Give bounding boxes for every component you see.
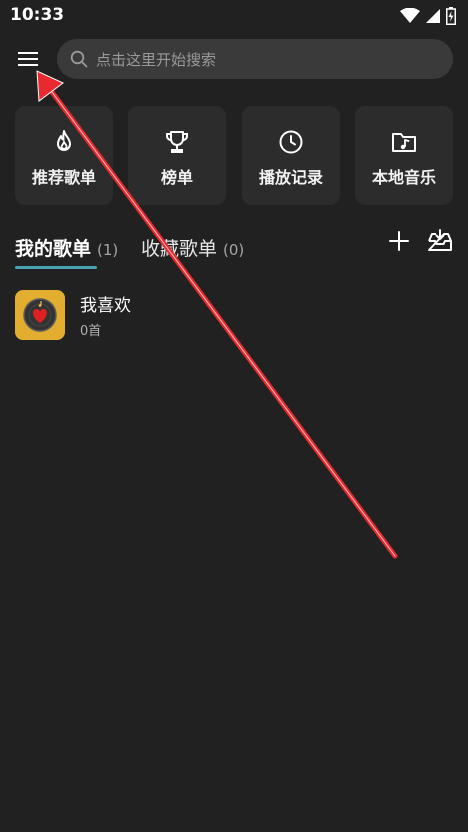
menu-button[interactable] <box>12 46 44 72</box>
quick-local-music[interactable]: 本地音乐 <box>355 106 453 205</box>
quick-label: 推荐歌单 <box>31 168 96 187</box>
quick-recommended-playlists[interactable]: 推荐歌单 <box>15 106 113 205</box>
tab-saved-playlists[interactable]: 收藏歌单 (0) <box>141 234 244 261</box>
tab-label: 收藏歌单 <box>141 238 218 260</box>
cellular-signal-icon <box>426 9 440 23</box>
status-icons <box>400 7 456 25</box>
search-icon <box>69 49 89 69</box>
list-item[interactable]: 我喜欢 0首 <box>0 285 468 347</box>
plus-icon[interactable] <box>388 230 410 252</box>
music-folder-icon <box>392 133 416 152</box>
search-input[interactable]: 点击这里开始搜索 <box>57 39 453 79</box>
tab-count: (1) <box>97 241 119 259</box>
import-inbox-icon[interactable] <box>427 228 453 254</box>
quick-charts[interactable]: 榜单 <box>128 106 226 205</box>
quick-label: 播放记录 <box>258 168 323 187</box>
quick-label: 本地音乐 <box>371 168 436 187</box>
hamburger-menu-icon <box>18 52 38 66</box>
tab-my-playlists[interactable]: 我的歌单 (1) <box>15 234 118 261</box>
tab-count: (0) <box>223 241 245 259</box>
flame-icon <box>57 130 71 151</box>
playlist-track-count: 0首 <box>80 324 102 339</box>
playlist-name: 我喜欢 <box>80 296 131 316</box>
status-time: 10:33 <box>10 5 65 25</box>
tab-label: 我的歌单 <box>15 238 92 260</box>
trophy-icon <box>165 131 189 153</box>
playlist-cover <box>15 290 65 340</box>
heart-record-icon <box>23 298 57 332</box>
active-tab-indicator <box>15 266 97 269</box>
wifi-icon <box>400 8 420 23</box>
search-placeholder: 点击这里开始搜索 <box>96 50 217 69</box>
battery-charging-icon <box>446 7 456 25</box>
quick-label: 榜单 <box>160 168 193 187</box>
quick-play-history[interactable]: 播放记录 <box>242 106 340 205</box>
clock-icon <box>279 130 303 154</box>
status-bar: 10:33 <box>0 0 468 32</box>
